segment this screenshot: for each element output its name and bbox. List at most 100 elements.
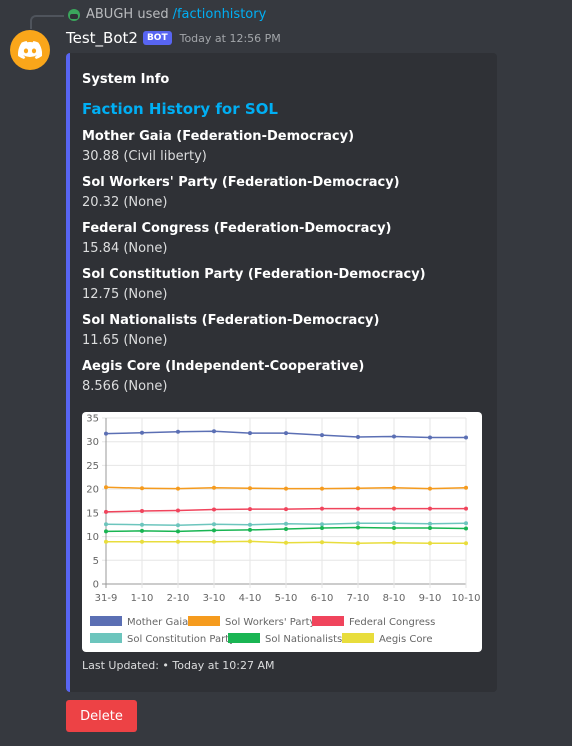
discord-logo-icon <box>18 41 42 59</box>
data-point <box>356 486 360 491</box>
data-point <box>212 485 216 490</box>
data-point <box>320 433 324 438</box>
data-point <box>212 429 216 434</box>
data-point <box>392 521 396 526</box>
data-point <box>464 435 468 440</box>
data-point <box>284 507 288 512</box>
reply-used-text: used <box>137 7 169 22</box>
data-point <box>176 523 180 528</box>
embed-author: System Info <box>82 72 170 87</box>
data-point <box>104 431 108 436</box>
data-point <box>248 431 252 436</box>
data-point <box>140 528 144 533</box>
embed-field-mother-gaia: Mother Gaia (Federation-Democracy) 30.88… <box>82 127 354 167</box>
y-tick-label: 15 <box>86 508 99 519</box>
data-point <box>392 540 396 545</box>
system-info-embed: System Info Faction History for SOL Moth… <box>66 53 497 692</box>
delete-button[interactable]: Delete <box>66 700 137 732</box>
data-point <box>104 529 108 534</box>
data-point <box>320 526 324 531</box>
reply-command[interactable]: /factionhistory <box>173 7 267 22</box>
data-point <box>248 539 252 544</box>
message-timestamp[interactable]: Today at 12:56 PM <box>180 32 281 45</box>
field-name: Sol Workers' Party (Federation-Democracy… <box>82 175 400 190</box>
data-point <box>140 539 144 544</box>
data-point <box>392 485 396 490</box>
reply-username[interactable]: ABUGH <box>86 7 133 22</box>
field-value: 11.65 (None) <box>82 333 168 348</box>
field-value: 20.32 (None) <box>82 195 168 210</box>
legend-label: Federal Congress <box>349 617 435 628</box>
reply-reference[interactable]: ABUGH used /factionhistory <box>68 7 266 22</box>
field-name: Sol Constitution Party (Federation-Democ… <box>82 267 426 282</box>
field-value: 12.75 (None) <box>82 287 168 302</box>
data-point <box>140 508 144 513</box>
legend-swatch <box>90 633 122 643</box>
x-tick-label: 7-10 <box>347 593 370 604</box>
data-point <box>248 527 252 532</box>
x-tick-label: 3-10 <box>203 593 226 604</box>
field-value: 8.566 (None) <box>82 379 168 394</box>
field-name: Federal Congress (Federation-Democracy) <box>82 221 392 236</box>
data-point <box>248 486 252 491</box>
x-tick-label: 9-10 <box>419 593 442 604</box>
data-point <box>284 431 288 436</box>
embed-field-federal-congress: Federal Congress (Federation-Democracy) … <box>82 219 392 259</box>
bot-avatar[interactable] <box>10 30 50 70</box>
data-point <box>392 434 396 439</box>
data-point <box>284 526 288 531</box>
data-point <box>176 429 180 434</box>
field-value: 15.84 (None) <box>82 241 168 256</box>
x-tick-label: 8-10 <box>383 593 406 604</box>
data-point <box>104 509 108 514</box>
y-tick-label: 10 <box>86 532 99 543</box>
data-point <box>464 526 468 531</box>
bot-badge: BOT <box>142 31 172 45</box>
data-point <box>428 506 432 511</box>
message-header: Test_Bot2 BOT Today at 12:56 PM <box>66 29 281 47</box>
data-point <box>140 486 144 491</box>
data-point <box>320 522 324 527</box>
data-point <box>428 526 432 531</box>
y-tick-label: 25 <box>86 461 99 472</box>
x-tick-label: 6-10 <box>311 593 334 604</box>
data-point <box>284 540 288 545</box>
x-tick-label: 2-10 <box>167 593 190 604</box>
data-point <box>176 508 180 513</box>
data-point <box>428 521 432 526</box>
data-point <box>212 528 216 533</box>
embed-field-sol-constitution-party: Sol Constitution Party (Federation-Democ… <box>82 265 426 305</box>
field-name: Sol Nationalists (Federation-Democracy) <box>82 313 380 328</box>
data-point <box>356 506 360 511</box>
legend-label: Sol Nationalists <box>265 634 342 645</box>
data-point <box>428 486 432 491</box>
data-point <box>392 506 396 511</box>
legend-swatch <box>342 633 374 643</box>
data-point <box>320 506 324 511</box>
data-point <box>140 430 144 435</box>
legend-swatch <box>188 616 220 626</box>
data-point <box>464 506 468 511</box>
x-tick-label: 1-10 <box>131 593 154 604</box>
legend-label: Sol Workers' Party <box>225 617 316 628</box>
data-point <box>320 486 324 491</box>
data-point <box>320 540 324 545</box>
legend-label: Sol Constitution Party <box>127 634 235 645</box>
legend-swatch <box>312 616 344 626</box>
bot-username[interactable]: Test_Bot2 <box>66 29 138 47</box>
reply-connector <box>30 15 64 29</box>
field-value: 30.88 (Civil liberty) <box>82 149 207 164</box>
data-point <box>464 485 468 490</box>
field-name: Aegis Core (Independent-Cooperative) <box>82 359 365 374</box>
faction-history-chart[interactable]: 0 5 10 15 20 25 30 35 31-9 1-10 2-10 3-10 4-10 5-10 6-… <box>82 412 482 652</box>
data-point <box>212 522 216 527</box>
embed-title[interactable]: Faction History for SOL <box>82 100 278 118</box>
data-point <box>176 486 180 491</box>
y-tick-label: 30 <box>86 437 99 448</box>
data-point <box>464 521 468 526</box>
legend-label: Aegis Core <box>379 634 432 645</box>
data-point <box>284 521 288 526</box>
data-point <box>356 525 360 530</box>
y-tick-label: 35 <box>86 414 99 425</box>
data-point <box>248 522 252 527</box>
